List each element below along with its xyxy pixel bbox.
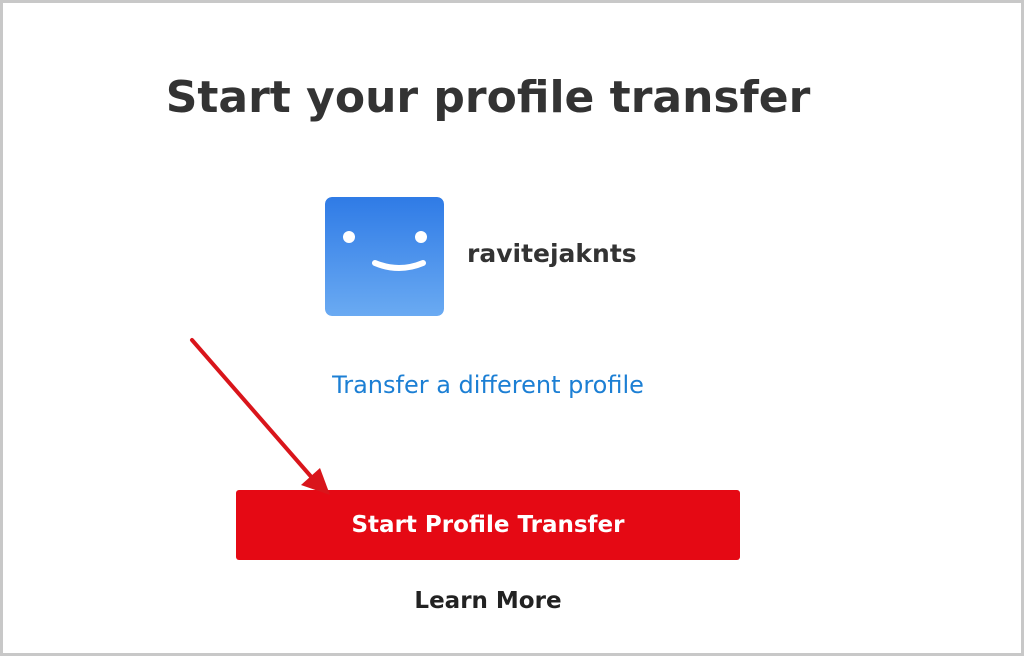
page-title: Start your profile transfer — [165, 72, 811, 123]
profile-name: ravitejaknts — [467, 239, 637, 268]
start-profile-transfer-button[interactable]: Start Profile Transfer — [236, 490, 740, 560]
page-frame: Start your profile transfer ravitejaknts… — [0, 0, 1024, 656]
smiley-face-icon — [325, 197, 444, 316]
learn-more-link[interactable]: Learn More — [3, 581, 973, 621]
transfer-different-profile-link[interactable]: Transfer a different profile — [3, 365, 973, 405]
profile-row: ravitejaknts — [325, 197, 637, 316]
